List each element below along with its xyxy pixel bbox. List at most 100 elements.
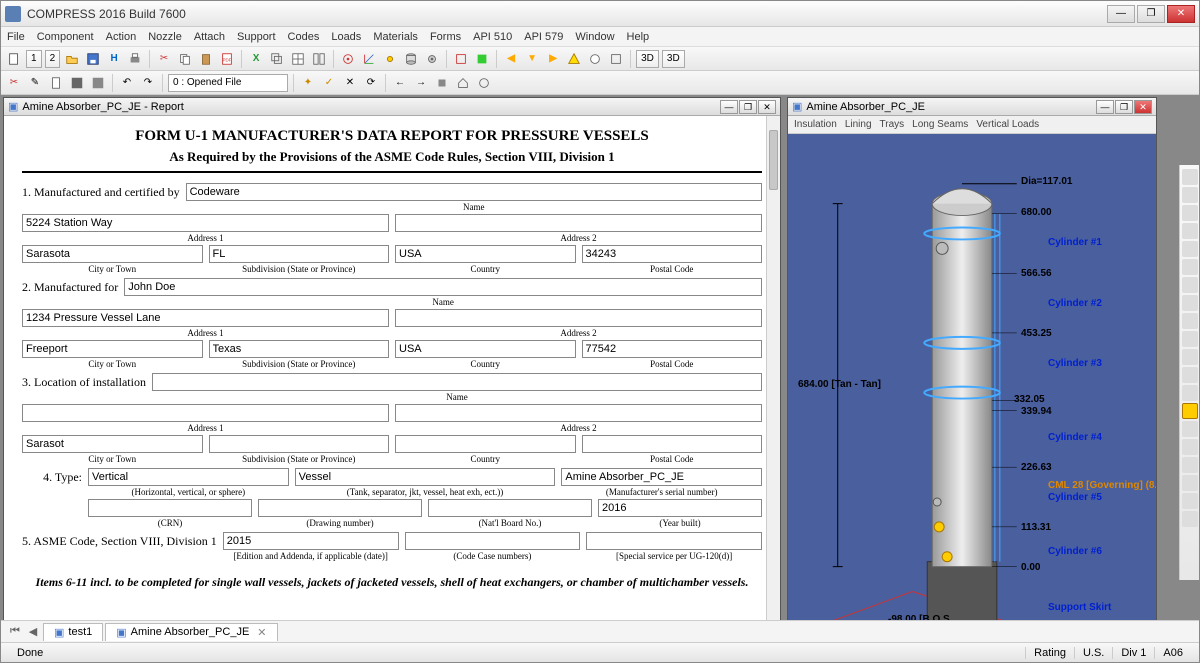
axis-icon[interactable] bbox=[360, 50, 378, 68]
palette-clip-icon[interactable] bbox=[1182, 493, 1198, 509]
palette-cone-icon[interactable] bbox=[1182, 205, 1198, 221]
menu-help[interactable]: Help bbox=[627, 31, 650, 43]
cut-icon[interactable]: ✂ bbox=[155, 50, 173, 68]
q3-zip-input[interactable] bbox=[582, 435, 763, 453]
menu-attach[interactable]: Attach bbox=[194, 31, 225, 43]
vtab-trays[interactable]: Trays bbox=[880, 119, 905, 130]
paste-icon[interactable] bbox=[197, 50, 215, 68]
q1-name-input[interactable] bbox=[186, 183, 762, 201]
q1-state-input[interactable] bbox=[209, 245, 390, 263]
tab-amine[interactable]: ▣Amine Absorber_PC_JE✕ bbox=[105, 623, 277, 641]
tile-icon[interactable] bbox=[310, 50, 328, 68]
doc-icon[interactable] bbox=[47, 74, 65, 92]
arrow-right-icon[interactable]: ▶ bbox=[544, 50, 562, 68]
wire2-icon[interactable] bbox=[607, 50, 625, 68]
palette-hemi-icon[interactable] bbox=[1182, 313, 1198, 329]
3d-button-1[interactable]: 3D bbox=[636, 50, 659, 68]
menu-support[interactable]: Support bbox=[237, 31, 276, 43]
palette-plate-icon[interactable] bbox=[1182, 349, 1198, 365]
btn-2[interactable]: 2 bbox=[45, 50, 61, 68]
q5-codecase-input[interactable] bbox=[405, 532, 581, 550]
palette-bolt-icon[interactable] bbox=[1182, 385, 1198, 401]
menu-materials[interactable]: Materials bbox=[373, 31, 418, 43]
palette-leg-icon[interactable] bbox=[1182, 475, 1198, 491]
menu-action[interactable]: Action bbox=[106, 31, 137, 43]
tab-close-icon[interactable]: ✕ bbox=[257, 626, 266, 639]
report-scrollbar[interactable] bbox=[766, 116, 780, 620]
palette-saddle-icon[interactable] bbox=[1182, 439, 1198, 455]
q3-addr1-input[interactable] bbox=[22, 404, 389, 422]
q2-name-input[interactable] bbox=[124, 278, 762, 296]
palette-flange-icon[interactable] bbox=[1182, 241, 1198, 257]
wire-icon[interactable] bbox=[452, 50, 470, 68]
palette-ring-icon[interactable] bbox=[1182, 277, 1198, 293]
help-icon[interactable]: H bbox=[105, 50, 123, 68]
viewer-close[interactable]: ✕ bbox=[1134, 100, 1152, 114]
arrow-left-icon[interactable]: ◀ bbox=[502, 50, 520, 68]
palette-cyl-icon[interactable] bbox=[1182, 223, 1198, 239]
q1-addr2-input[interactable] bbox=[395, 214, 762, 232]
q2-addr1-input[interactable] bbox=[22, 309, 389, 327]
report-maximize[interactable]: ❐ bbox=[739, 100, 757, 114]
palette-ellipse-icon[interactable] bbox=[1182, 187, 1198, 203]
q2-city-input[interactable] bbox=[22, 340, 203, 358]
menu-loads[interactable]: Loads bbox=[331, 31, 361, 43]
scissors-icon[interactable]: ✂ bbox=[5, 74, 23, 92]
q1-zip-input[interactable] bbox=[582, 245, 763, 263]
q4-natl-input[interactable] bbox=[428, 499, 592, 517]
save-icon[interactable] bbox=[84, 50, 102, 68]
btn-1[interactable]: 1 bbox=[26, 50, 42, 68]
minimize-button[interactable]: ― bbox=[1107, 5, 1135, 23]
q2-zip-input[interactable] bbox=[582, 340, 763, 358]
table-icon[interactable] bbox=[289, 50, 307, 68]
q4-type-input[interactable] bbox=[295, 468, 556, 486]
print-icon[interactable] bbox=[126, 50, 144, 68]
vtab-vertloads[interactable]: Vertical Loads bbox=[976, 119, 1039, 130]
menu-api579[interactable]: API 579 bbox=[524, 31, 563, 43]
report-close[interactable]: ✕ bbox=[758, 100, 776, 114]
palette-tube-icon[interactable] bbox=[1182, 367, 1198, 383]
palette-disc-icon[interactable] bbox=[1182, 295, 1198, 311]
menu-api510[interactable]: API 510 bbox=[473, 31, 512, 43]
palette-skirt-icon[interactable] bbox=[1182, 331, 1198, 347]
nav-left-icon[interactable]: ← bbox=[391, 74, 409, 92]
open-icon[interactable] bbox=[63, 50, 81, 68]
palette-misc-icon[interactable] bbox=[1182, 511, 1198, 527]
q5-special-input[interactable] bbox=[586, 532, 762, 550]
q1-country-input[interactable] bbox=[395, 245, 576, 263]
q5-year-input[interactable] bbox=[223, 532, 399, 550]
q3-addr2-input[interactable] bbox=[395, 404, 762, 422]
q3-state-input[interactable] bbox=[209, 435, 390, 453]
q2-country-input[interactable] bbox=[395, 340, 576, 358]
tab-nav-first[interactable]: ⏮ bbox=[7, 625, 23, 638]
target-icon[interactable] bbox=[339, 50, 357, 68]
vtab-longseams[interactable]: Long Seams bbox=[912, 119, 968, 130]
tab-test1[interactable]: ▣test1 bbox=[43, 623, 103, 641]
home-icon[interactable] bbox=[454, 74, 472, 92]
file-selector[interactable]: 0 : Opened File bbox=[168, 74, 288, 92]
q1-addr1-input[interactable] bbox=[22, 214, 389, 232]
redo-icon[interactable]: ↷ bbox=[139, 74, 157, 92]
vtab-lining[interactable]: Lining bbox=[845, 119, 872, 130]
save2-icon[interactable] bbox=[68, 74, 86, 92]
pdf-icon[interactable]: PDF bbox=[218, 50, 236, 68]
excel-icon[interactable]: X bbox=[247, 50, 265, 68]
solid-icon[interactable] bbox=[473, 50, 491, 68]
node-icon[interactable] bbox=[381, 50, 399, 68]
palette-nozzle-icon[interactable] bbox=[1182, 259, 1198, 275]
copy-icon[interactable] bbox=[176, 50, 194, 68]
menu-component[interactable]: Component bbox=[37, 31, 94, 43]
nav-right-icon[interactable]: → bbox=[412, 74, 430, 92]
vtab-insulation[interactable]: Insulation bbox=[794, 119, 837, 130]
q4-year-input[interactable] bbox=[598, 499, 762, 517]
menu-nozzle[interactable]: Nozzle bbox=[148, 31, 182, 43]
viewer-maximize[interactable]: ❐ bbox=[1115, 100, 1133, 114]
check-icon[interactable]: ✓ bbox=[320, 74, 338, 92]
tab-nav-prev[interactable]: ◀ bbox=[25, 625, 41, 638]
palette-lug-icon[interactable] bbox=[1182, 457, 1198, 473]
q3-country-input[interactable] bbox=[395, 435, 576, 453]
q3-city-input[interactable] bbox=[22, 435, 203, 453]
cascade-icon[interactable] bbox=[268, 50, 286, 68]
cylinder-icon[interactable] bbox=[402, 50, 420, 68]
cog-icon[interactable] bbox=[423, 50, 441, 68]
